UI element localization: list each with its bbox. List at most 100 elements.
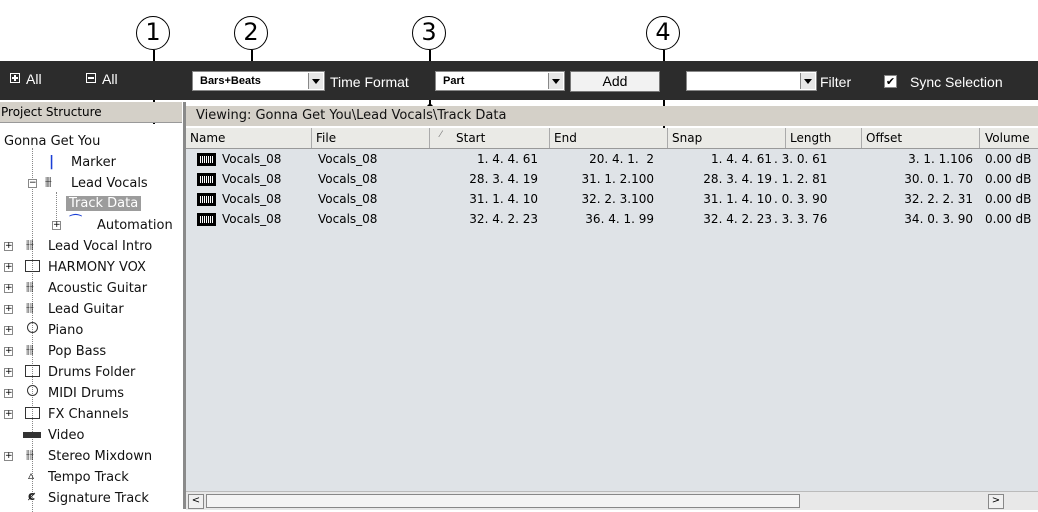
time-format-label: Time Format	[330, 74, 409, 90]
expand-icon[interactable]: +	[4, 452, 13, 461]
chevron-down-icon	[800, 73, 815, 89]
sort-icon: ⁄	[440, 130, 442, 140]
cell-name: Vocals_08	[222, 192, 282, 206]
tree-item-marker[interactable]: Marker	[71, 155, 116, 170]
audio-event-icon	[197, 213, 216, 226]
cell-length: . 3. 3. 76	[774, 212, 828, 226]
table-row[interactable]: Vocals_08 Vocals_08 32. 4. 2. 23 36. 4. …	[186, 209, 1038, 229]
tree-item-pop-bass[interactable]: Pop Bass	[48, 344, 106, 359]
expand-icon[interactable]: +	[4, 263, 13, 272]
cell-end: 32. 2. 3.100	[581, 192, 654, 206]
column-header-volume[interactable]: Volume	[980, 128, 1038, 148]
audio-track-icon: ⫲⫲	[26, 300, 34, 314]
cell-name: Vocals_08	[222, 152, 282, 166]
table-row[interactable]: Vocals_08 Vocals_08 31. 1. 4. 10 32. 2. …	[186, 189, 1038, 209]
tree-item-acoustic-guitar[interactable]: Acoustic Guitar	[48, 281, 147, 296]
tree-item-tempo-track[interactable]: Tempo Track	[48, 470, 129, 485]
automation-icon: ⁀	[70, 215, 82, 231]
audio-track-icon: ⫲⫲	[26, 447, 34, 461]
tree-item-lead-vocal-intro[interactable]: Lead Vocal Intro	[48, 239, 152, 254]
callout-3: 3	[412, 16, 446, 50]
expand-icon[interactable]: +	[4, 368, 13, 377]
tree-item-lead-vocals[interactable]: Lead Vocals	[71, 176, 148, 191]
collapse-icon[interactable]: −	[28, 179, 37, 188]
cell-length: . 3. 0. 61	[774, 152, 828, 166]
video-icon	[23, 432, 41, 438]
table-row[interactable]: Vocals_08 Vocals_08 1. 4. 4. 61 20. 4. 1…	[186, 149, 1038, 169]
cell-file: Vocals_08	[318, 152, 378, 166]
cell-file: Vocals_08	[318, 172, 378, 186]
time-format-dropdown[interactable]: Bars+Beats	[192, 71, 325, 91]
audio-event-icon	[197, 153, 216, 166]
table-header: Name File Start ⁄ End Snap Length Offset…	[186, 128, 1038, 149]
type-dropdown[interactable]: Part	[435, 71, 565, 91]
chevron-down-icon	[548, 73, 563, 89]
folder-icon	[25, 407, 40, 419]
signature-icon: ȼ	[28, 489, 36, 503]
expand-icon[interactable]: +	[4, 389, 13, 398]
tree-item-video[interactable]: Video	[48, 428, 84, 443]
expand-icon[interactable]: +	[4, 242, 13, 251]
collapse-all-button[interactable]: All	[86, 71, 118, 87]
audio-event-icon	[197, 193, 216, 206]
callout-4: 4	[646, 16, 680, 50]
expand-icon[interactable]: +	[4, 410, 13, 419]
type-value: Part	[443, 75, 465, 87]
tree-item-automation[interactable]: Automation	[97, 218, 173, 233]
cell-start: 31. 1. 4. 10	[469, 192, 538, 206]
tree-item-drums-folder[interactable]: Drums Folder	[48, 365, 135, 380]
minus-icon	[86, 73, 96, 83]
callout-2: 2	[234, 16, 268, 50]
midi-track-icon	[27, 322, 38, 333]
table-row[interactable]: Vocals_08 Vocals_08 28. 3. 4. 19 31. 1. …	[186, 169, 1038, 189]
audio-event-icon	[197, 173, 216, 186]
audio-track-icon: ⫲⫲	[45, 174, 52, 188]
column-header-offset[interactable]: Offset	[862, 128, 980, 148]
tree-item-stereo-mixdown[interactable]: Stereo Mixdown	[48, 449, 152, 464]
horizontal-scrollbar[interactable]: < >	[186, 491, 1038, 510]
tree-item-piano[interactable]: Piano	[48, 323, 83, 338]
cell-offset: 3. 1. 1.106	[908, 152, 973, 166]
cell-offset: 34. 0. 3. 90	[904, 212, 973, 226]
cell-offset: 30. 0. 1. 70	[904, 172, 973, 186]
cell-volume: 0.00 dB	[985, 172, 1032, 186]
expand-icon[interactable]: +	[52, 221, 61, 230]
column-header-end[interactable]: End	[550, 128, 668, 148]
expand-icon[interactable]: +	[4, 347, 13, 356]
column-header-file[interactable]: File	[312, 128, 430, 148]
expand-icon[interactable]: +	[4, 326, 13, 335]
expand-all-button[interactable]: All	[10, 71, 42, 87]
events-table: Vocals_08 Vocals_08 1. 4. 4. 61 20. 4. 1…	[186, 149, 1038, 491]
cell-offset: 32. 2. 2. 31	[904, 192, 973, 206]
column-header-length[interactable]: Length	[786, 128, 862, 148]
cell-file: Vocals_08	[318, 192, 378, 206]
tree-item-track-data[interactable]: Track Data	[66, 196, 142, 211]
expand-icon[interactable]: +	[4, 305, 13, 314]
audio-track-icon: ⫲⫲	[26, 237, 34, 251]
tree-item-fx-channels[interactable]: FX Channels	[48, 407, 129, 422]
scroll-left-icon[interactable]: <	[188, 494, 204, 509]
filter-label: Filter	[820, 74, 852, 90]
cell-volume: 0.00 dB	[985, 192, 1032, 206]
tree-item-lead-guitar[interactable]: Lead Guitar	[48, 302, 124, 317]
cell-length: . 0. 3. 90	[774, 192, 828, 206]
column-header-name[interactable]: Name	[186, 128, 312, 148]
column-header-snap[interactable]: Snap	[668, 128, 786, 148]
scrollbar-thumb[interactable]	[206, 494, 800, 508]
cell-volume: 0.00 dB	[985, 212, 1032, 226]
collapse-all-label: All	[102, 71, 118, 87]
column-header-start[interactable]: Start	[430, 128, 550, 148]
scroll-right-icon[interactable]: >	[988, 494, 1004, 509]
tree-connector	[56, 192, 57, 222]
tree-item-midi-drums[interactable]: MIDI Drums	[48, 386, 124, 401]
expand-icon[interactable]: +	[4, 284, 13, 293]
filter-dropdown[interactable]	[686, 71, 817, 91]
tree-item-harmony-vox[interactable]: HARMONY VOX	[48, 260, 146, 275]
sync-selection-checkbox[interactable]: ✔	[884, 75, 897, 88]
tempo-icon: ▵	[28, 468, 35, 482]
add-button[interactable]: Add	[570, 71, 660, 92]
expand-all-label: All	[26, 71, 42, 87]
project-structure-header: Project Structure	[0, 102, 182, 123]
tree-root[interactable]: Gonna Get You	[4, 134, 100, 149]
tree-item-signature-track[interactable]: Signature Track	[48, 491, 149, 506]
